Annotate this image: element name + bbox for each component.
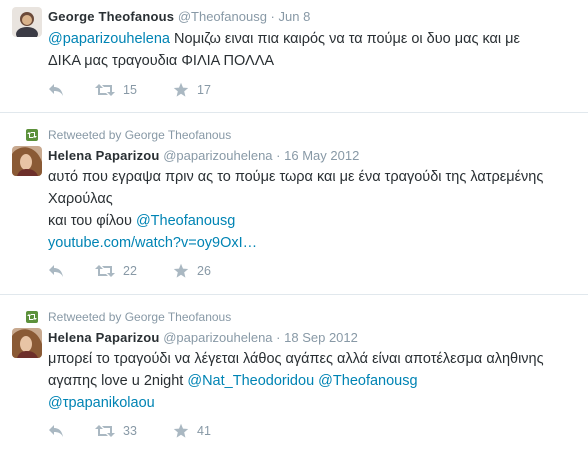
- separator-dot: ·: [270, 9, 275, 24]
- favorite-button[interactable]: 26: [173, 261, 211, 281]
- tweet-text: αυτό που εγραψα πριν ας το πούμε τωρα κα…: [48, 166, 578, 254]
- author-name[interactable]: George Theofanous: [48, 9, 174, 24]
- avatar[interactable]: [12, 328, 42, 358]
- retweet-button[interactable]: 15: [95, 80, 137, 100]
- reply-icon: [49, 84, 63, 96]
- tweet-text-line: @τpapanikolaou: [48, 392, 578, 414]
- tweet-text-line: @paparizouhelena Νομιζω ειναι πια καιρός…: [48, 28, 578, 50]
- favorite-button[interactable]: 17: [173, 80, 211, 100]
- favorite-count: 41: [197, 424, 211, 438]
- avatar[interactable]: [12, 146, 42, 176]
- reply-button[interactable]: [48, 421, 64, 441]
- retweeted-icon: [26, 311, 38, 323]
- favorite-count: 26: [197, 264, 211, 278]
- separator-dot: ·: [276, 330, 281, 345]
- tweet-text-segment: Νομιζω ειναι πια καιρός να τα πούμε οι δ…: [169, 31, 520, 47]
- tweet-2[interactable]: Retweeted by George Theofanous Helena Pa…: [0, 113, 588, 294]
- favorite-button[interactable]: 41: [173, 421, 211, 441]
- retweet-count: 22: [123, 264, 137, 278]
- favorite-count: 17: [197, 83, 211, 97]
- reply-icon: [49, 265, 63, 277]
- tweet-text-line: αγαπης love u 2night @Nat_Theodoridou @T…: [48, 370, 578, 392]
- retweeted-by[interactable]: Retweeted by George Theofanous: [48, 128, 231, 142]
- star-icon: [173, 82, 189, 97]
- retweet-count: 33: [123, 424, 137, 438]
- tweet-text-line: youtube.com/watch?v=oy9OxI…: [48, 232, 578, 254]
- reply-icon: [49, 425, 63, 437]
- retweet-button[interactable]: 33: [95, 421, 137, 441]
- retweet-button[interactable]: 22: [95, 261, 137, 281]
- tweet-1[interactable]: George Theofanous @Theofanousg · Jun 8 @…: [0, 0, 588, 112]
- tweet-text-line: και του φίλου @Theofanousg: [48, 210, 578, 232]
- tweet-text-segment: ΔΙΚΑ μας τραγουδια ΦΙΛΙΑ ΠΟΛΛΑ: [48, 53, 275, 69]
- retweeted-icon: [26, 129, 38, 141]
- tweet-text-segment: Χαρούλας: [48, 191, 113, 207]
- mention-link[interactable]: @Theofanousg: [318, 373, 417, 389]
- retweet-icon: [95, 84, 115, 96]
- author-handle[interactable]: @paparizouhelena: [163, 330, 272, 345]
- retweet-icon: [95, 265, 115, 277]
- tweet-text-line: αυτό που εγραψα πριν ας το πούμε τωρα κα…: [48, 166, 578, 188]
- tweet-text-segment: αγαπης love u 2night: [48, 373, 188, 389]
- tweet-text: μπορεί το τραγούδι να λέγεται λάθος αγάπ…: [48, 348, 578, 414]
- reply-button[interactable]: [48, 80, 64, 100]
- author-name[interactable]: Helena Paparizou: [48, 148, 160, 163]
- tweet-text-segment: αυτό που εγραψα πριν ας το πούμε τωρα κα…: [48, 169, 544, 185]
- mention-link[interactable]: @Nat_Theodoridou: [187, 373, 314, 389]
- tweet-text-line: μπορεί το τραγούδι να λέγεται λάθος αγάπ…: [48, 348, 578, 370]
- tweet-timestamp[interactable]: 18 Sep 2012: [284, 330, 358, 345]
- reply-button[interactable]: [48, 261, 64, 281]
- retweet-count: 15: [123, 83, 137, 97]
- tweet-header: George Theofanous @Theofanousg · Jun 8: [48, 9, 310, 24]
- star-icon: [173, 423, 189, 438]
- author-handle[interactable]: @paparizouhelena: [163, 148, 272, 163]
- tweet-timestamp[interactable]: Jun 8: [279, 9, 311, 24]
- mention-link[interactable]: @τpapanikolaou: [48, 395, 155, 411]
- tweet-text-segment: μπορεί το τραγούδι να λέγεται λάθος αγάπ…: [48, 351, 544, 367]
- avatar[interactable]: [12, 7, 42, 37]
- author-handle[interactable]: @Theofanousg: [178, 9, 267, 24]
- tweet-timestamp[interactable]: 16 May 2012: [284, 148, 359, 163]
- retweeted-by[interactable]: Retweeted by George Theofanous: [48, 310, 231, 324]
- tweet-header: Helena Paparizou @paparizouhelena · 18 S…: [48, 330, 358, 345]
- star-icon: [173, 263, 189, 278]
- tweet-header: Helena Paparizou @paparizouhelena · 16 M…: [48, 148, 359, 163]
- author-name[interactable]: Helena Paparizou: [48, 330, 160, 345]
- tweet-text-segment: και του φίλου: [48, 213, 136, 229]
- tweet-feed: George Theofanous @Theofanousg · Jun 8 @…: [0, 0, 588, 453]
- tweet-3[interactable]: Retweeted by George Theofanous Helena Pa…: [0, 295, 588, 453]
- mention-link[interactable]: @Theofanousg: [136, 213, 235, 229]
- tweet-text: @paparizouhelena Νομιζω ειναι πια καιρός…: [48, 28, 578, 72]
- url-link[interactable]: youtube.com/watch?v=oy9OxI…: [48, 235, 257, 251]
- tweet-text-line: Χαρούλας: [48, 188, 578, 210]
- tweet-text-line: ΔΙΚΑ μας τραγουδια ΦΙΛΙΑ ΠΟΛΛΑ: [48, 50, 578, 72]
- mention-link[interactable]: @paparizouhelena: [48, 31, 170, 47]
- retweet-icon: [95, 425, 115, 437]
- separator-dot: ·: [276, 148, 281, 163]
